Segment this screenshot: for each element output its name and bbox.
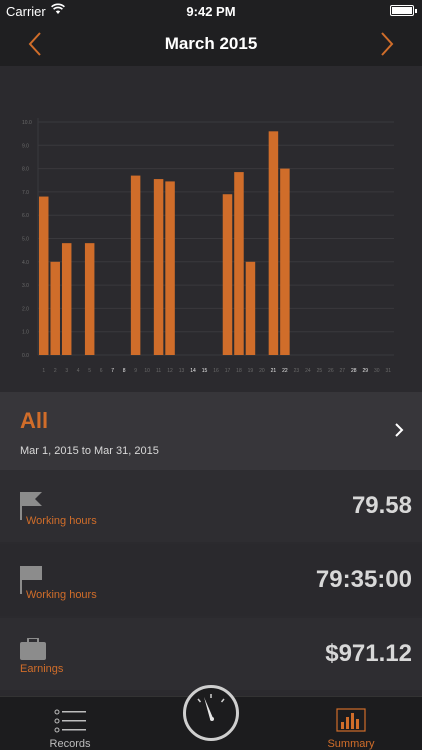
x-tick-label: 9 (134, 368, 137, 374)
stat-label: Working hours (26, 515, 97, 527)
bar-chart-icon (336, 708, 366, 732)
y-tick-label: 2.0 (22, 306, 29, 312)
y-tick-label: 1.0 (22, 330, 29, 336)
briefcase-icon (20, 638, 46, 660)
stat-working-hours-time: Working hours 79:35:00 (0, 544, 422, 616)
chevron-right-icon (381, 32, 394, 56)
stat-value: $971.12 (325, 640, 412, 667)
x-tick-label: 6 (100, 368, 103, 374)
period-name: All (20, 408, 49, 433)
period-selector[interactable]: All Mar 1, 2015 to Mar 31, 2015 (0, 392, 422, 470)
chart-bar (153, 179, 164, 355)
status-bar: Carrier 9:42 PM (0, 0, 422, 22)
daily-hours-chart: 0.0 1.0 2.0 3.0 4.0 5.0 6.0 7.0 8.0 9.0 10.0 1 2 3 4 5 6… (0, 66, 422, 392)
x-tick-label: 29 (363, 368, 369, 374)
y-tick-label: 7.0 (22, 190, 29, 196)
x-tick-label: 20 (259, 368, 265, 374)
x-tick-label: 28 (351, 368, 357, 374)
list-icon (54, 709, 86, 733)
stopwatch-icon (197, 694, 225, 721)
x-tick-label: 23 (294, 368, 300, 374)
x-tick-label: 31 (385, 368, 391, 374)
x-tick-label: 2 (54, 368, 57, 374)
navigation-bar: March 2015 (0, 22, 422, 66)
page-title: March 2015 (164, 34, 258, 53)
stat-working-hours-decimal: Working hours 79.58 (0, 470, 422, 542)
bar-chart: 0.01.02.03.04.05.06.07.08.09.010.01 2 3 4 5 6… (22, 118, 394, 374)
x-tick-label: 30 (374, 368, 380, 374)
x-tick-label: 19 (248, 368, 254, 374)
next-month-button[interactable] (370, 30, 400, 58)
chart-bar (280, 168, 290, 355)
stat-value: 79:35:00 (315, 566, 412, 593)
chart-bar (130, 175, 141, 355)
x-tick-label: 18 (236, 368, 242, 374)
stat-label: Working hours (26, 589, 97, 601)
chart-bar (234, 172, 244, 355)
x-tick-label: 11 (156, 368, 161, 374)
x-tick-label: 3 (65, 368, 68, 374)
chart-bar (38, 196, 49, 355)
tab-summary-label: Summary (327, 738, 375, 750)
stat-label: Earnings (20, 663, 64, 675)
chart-bar (245, 261, 256, 355)
x-tick-label: 26 (328, 368, 334, 374)
chart-bar (84, 243, 95, 355)
x-tick-label: 10 (144, 368, 150, 374)
x-tick-label: 27 (340, 368, 346, 374)
chevron-right-icon (395, 423, 404, 437)
stat-value: 79.58 (351, 492, 412, 519)
y-tick-label: 3.0 (22, 283, 29, 289)
x-tick-label: 15 (202, 368, 208, 374)
x-tick-label: 7 (111, 368, 114, 374)
chart-bar (165, 181, 175, 355)
x-tick-label: 13 (179, 368, 185, 374)
battery-icon (390, 5, 417, 16)
x-tick-label: 8 (123, 368, 126, 374)
x-tick-label: 21 (271, 368, 277, 374)
x-tick-label: 17 (225, 368, 231, 374)
x-tick-label: 5 (88, 368, 91, 374)
x-tick-label: 4 (77, 368, 80, 374)
x-tick-label: 24 (305, 368, 311, 374)
y-tick-label: 6.0 (22, 213, 29, 219)
y-tick-label: 10.0 (22, 120, 32, 126)
tab-records-label: Records (49, 738, 91, 750)
chart-bar (268, 131, 279, 355)
x-tick-label: 25 (317, 368, 323, 374)
chart-bar (50, 261, 60, 355)
y-tick-label: 4.0 (22, 260, 29, 266)
y-tick-label: 8.0 (22, 167, 29, 173)
x-tick-label: 16 (213, 368, 219, 374)
y-tick-label: 9.0 (22, 143, 29, 149)
x-tick-label: 14 (190, 368, 196, 374)
stat-earnings: Earnings $971.12 (0, 618, 422, 690)
status-time: 9:42 PM (186, 4, 236, 19)
timer-button[interactable] (183, 685, 239, 741)
y-tick-label: 5.0 (22, 237, 29, 243)
y-tick-label: 0.0 (22, 353, 29, 359)
x-tick-label: 1 (42, 368, 45, 374)
chart-bar (61, 243, 72, 355)
period-range: Mar 1, 2015 to Mar 31, 2015 (20, 445, 159, 457)
chart-bar (222, 194, 233, 355)
x-tick-label: 22 (282, 368, 288, 374)
x-tick-label: 12 (167, 368, 173, 374)
